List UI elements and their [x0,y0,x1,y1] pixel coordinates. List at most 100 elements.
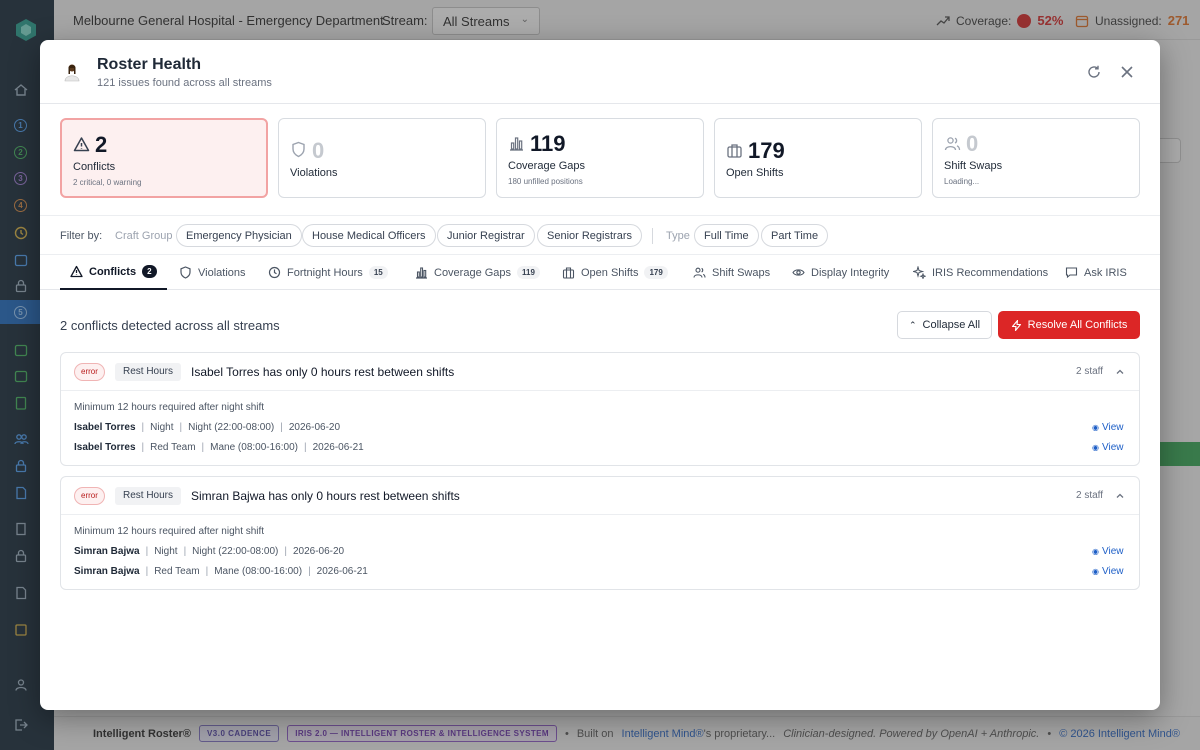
conflict-shift-row: Simran Bajwa | Red Team | Mane (08:00-16:00)… [74,566,368,577]
filter-chip-senior-registrars[interactable]: Senior Registrars [537,224,642,247]
tab-label: Fortnight Hours [287,266,363,279]
tab-iris-recommendations[interactable]: IRIS Recommendations [913,255,1048,290]
card-open-shifts[interactable]: 179 Open Shifts [714,118,922,198]
card-shift-swaps[interactable]: 0 Shift Swaps Loading... [932,118,1140,198]
view-link[interactable]: ◉ View [1092,566,1123,577]
team: Red Team [154,566,200,577]
view-label: View [1101,422,1124,433]
collapse-all-label: Collapse All [922,319,981,331]
users-icon [693,267,706,278]
card-sub: Loading... [944,177,980,186]
conflict-type-badge: Rest Hours [115,363,182,381]
tab-display-integrity[interactable]: Display Integrity [792,255,889,290]
card-sub: 2 critical, 0 warning [73,178,142,187]
card-sub: 180 unfilled positions [508,177,583,186]
filter-chip-part-time[interactable]: Part Time [761,224,829,247]
resolve-all-label: Resolve All Conflicts [1027,319,1128,331]
conflict-header[interactable]: error Rest Hours Isabel Torres has only … [61,353,1139,391]
tab-label: Coverage Gaps [434,266,512,279]
chat-icon [1065,267,1078,279]
conflict-title: Isabel Torres has only 0 hours rest betw… [191,365,455,379]
resolve-all-conflicts-button[interactable]: Resolve All Conflicts [998,311,1140,339]
tab-label: Display Integrity [811,266,890,279]
conflict-note: Minimum 12 hours required after night sh… [74,526,265,537]
tab-ask-iris[interactable]: Ask IRIS [1065,255,1127,290]
doctor-avatar-icon [64,64,80,82]
view-link[interactable]: ◉ View [1092,422,1123,433]
filter-chip-emergency-physician[interactable]: Emergency Physician [176,224,302,247]
tab-bar: Conflicts 2 Violations Fortnight Hours 1… [40,255,1160,290]
shift: Night (22:00-08:00) [188,422,275,433]
filter-chip-full-time[interactable]: Full Time [694,224,759,247]
card-label: Open Shifts [726,167,784,179]
tab-violations[interactable]: Violations [179,255,246,290]
tab-label: Violations [198,266,246,279]
eye-icon [792,269,805,276]
tab-badge: 179 [644,266,668,279]
team: Red Team [150,442,196,453]
summary-cards: 2 Conflicts 2 critical, 0 warning 0 Viol… [60,118,1140,198]
conflict-card: error Rest Hours Simran Bajwa has only 0… [60,476,1140,590]
conflict-shift-row: Isabel Torres | Red Team | Mane (08:00-16:00… [74,442,364,453]
team: Night [150,422,174,433]
warning-triangle-icon [73,137,90,152]
conflict-title: Simran Bajwa has only 0 hours rest betwe… [191,489,460,503]
chevron-up-icon[interactable] [1114,366,1126,378]
tab-label: Ask IRIS [1084,266,1127,279]
conflict-header[interactable]: error Rest Hours Simran Bajwa has only 0… [61,477,1139,515]
tab-badge: 2 [142,265,157,278]
modal-subtitle: 121 issues found across all streams [97,77,272,89]
tab-label: IRIS Recommendations [932,266,1049,279]
type-label: Type [666,230,690,242]
eye-icon: ◉ [1092,547,1099,556]
view-link[interactable]: ◉ View [1092,546,1123,557]
eye-icon: ◉ [1092,443,1099,452]
conflict-shift-row: Simran Bajwa | Night | Night (22:00-08:00) | 2… [74,546,345,557]
team: Night [154,546,178,557]
refresh-icon[interactable] [1086,64,1102,80]
severity-badge: error [74,363,105,381]
card-label: Shift Swaps [944,160,1003,172]
staff-name: Isabel Torres [74,422,136,433]
view-label: View [1101,546,1124,557]
tab-label: Shift Swaps [712,266,771,279]
filter-chip-junior-registrar[interactable]: Junior Registrar [437,224,535,247]
tab-fortnight-hours[interactable]: Fortnight Hours 15 [268,255,388,290]
card-conflicts[interactable]: 2 Conflicts 2 critical, 0 warning [60,118,268,198]
tab-coverage-gaps[interactable]: Coverage Gaps 119 [415,255,540,290]
shield-icon [292,141,305,158]
conflict-shift-row: Isabel Torres | Night | Night (22:00-08:00) |… [74,422,341,433]
conflict-staff-count: 2 staff [1076,366,1104,377]
tab-open-shifts[interactable]: Open Shifts 179 [562,255,668,290]
card-value: 0 [966,131,979,156]
shift: Mane (08:00-16:00) [210,442,298,453]
collapse-all-button[interactable]: ⌃ Collapse All [897,311,992,339]
tab-label: Open Shifts [581,266,639,279]
tab-badge: 15 [368,266,388,279]
close-icon[interactable] [1118,63,1136,81]
tab-badge: 119 [517,266,540,279]
date: 2026-06-20 [292,546,345,557]
card-coverage-gaps[interactable]: 119 Coverage Gaps 180 unfilled positions [496,118,704,198]
conflict-card: error Rest Hours Isabel Torres has only … [60,352,1140,466]
lightning-icon [1011,319,1021,331]
card-value: 119 [530,131,566,156]
chevron-up-icon[interactable] [1114,490,1126,502]
filter-chip-house-medical-officers[interactable]: House Medical Officers [302,224,436,247]
tab-conflicts[interactable]: Conflicts 2 [60,255,167,290]
bar-chart-icon [416,267,427,279]
filter-label: Filter by: [60,230,103,242]
building-icon [562,267,575,279]
building-icon [727,144,742,158]
clock-icon [268,266,281,279]
view-link[interactable]: ◉ View [1092,442,1123,453]
view-label: View [1101,442,1124,453]
filter-row: Filter by: Craft Group Emergency Physici… [40,215,1160,255]
tab-shift-swaps[interactable]: Shift Swaps [693,255,770,290]
date: 2026-06-21 [312,442,364,453]
card-label: Violations [290,167,338,179]
staff-name: Simran Bajwa [74,566,140,577]
modal-header: Roster Health 121 issues found across al… [40,40,1160,104]
view-label: View [1101,566,1124,577]
card-violations[interactable]: 0 Violations [278,118,486,198]
